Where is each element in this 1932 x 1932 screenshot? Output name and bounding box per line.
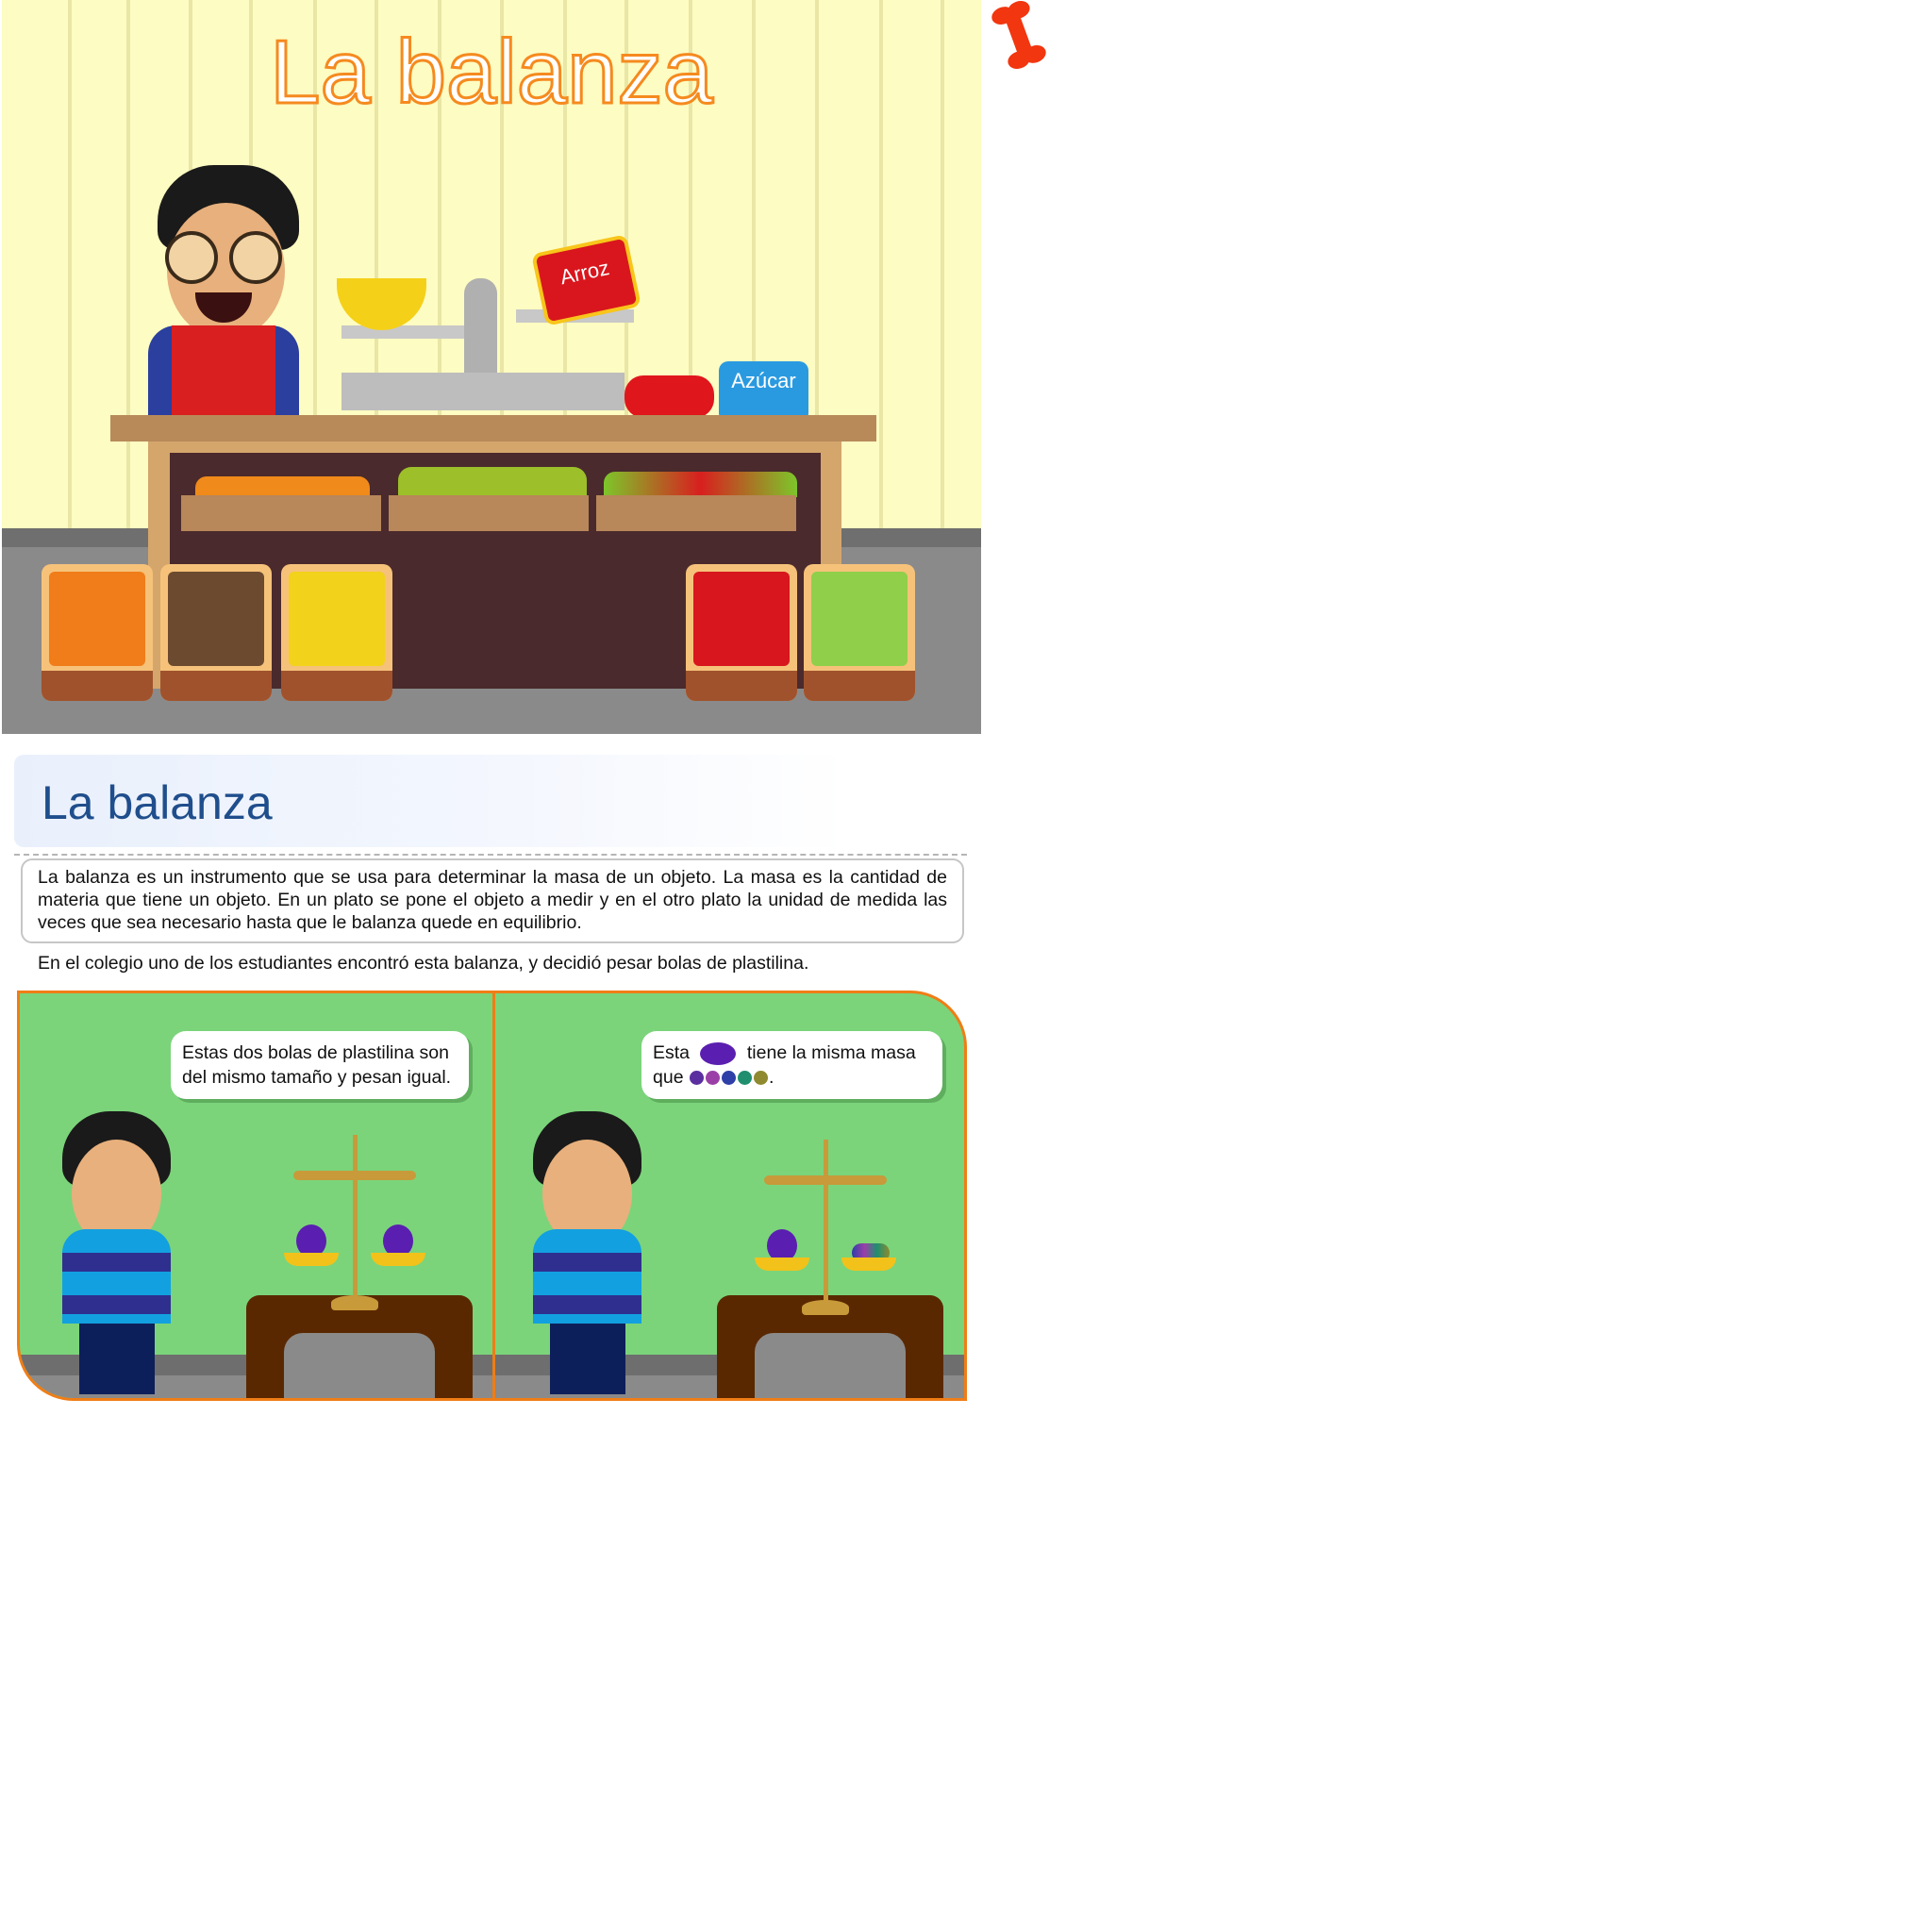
rice-label: Arroz — [558, 255, 612, 290]
definition-box: La balanza es un instrumento que se usa … — [21, 858, 964, 943]
big-clay-ball-icon — [700, 1041, 737, 1065]
comic-panel-1: Estas dos bolas de plastilina son del mi… — [20, 993, 492, 1398]
intro-text: En el colegio uno de los estudiantes enc… — [38, 953, 809, 974]
speech-bubble: Esta tiene la misma masa que . — [641, 1031, 942, 1099]
hero-illustration: La balanza Arroz Azúcar — [2, 0, 981, 734]
small-clay-ball-icon — [721, 1071, 736, 1086]
small-clay-ball-icon — [689, 1071, 704, 1086]
scene-title: La balanza — [269, 21, 715, 125]
page-title: La balanza — [42, 776, 273, 829]
student-boy — [53, 1111, 175, 1398]
sugar-package: Azúcar — [719, 361, 808, 423]
comic-strip: Estas dos bolas de plastilina son del mi… — [17, 991, 967, 1401]
counter — [110, 415, 876, 441]
small-clay-ball-icon — [753, 1071, 768, 1086]
apples — [625, 375, 714, 418]
shopkeeper-boy — [148, 165, 299, 420]
divider — [14, 854, 967, 856]
speech-text: que — [653, 1067, 684, 1088]
student-boy — [524, 1111, 646, 1398]
speech-bubble: Estas dos bolas de plastilina son del mi… — [171, 1031, 469, 1099]
comic-panel-2: Esta tiene la misma masa que . — [495, 993, 964, 1398]
speech-text: tiene la misma masa — [746, 1042, 916, 1063]
speech-text: Esta — [653, 1042, 691, 1063]
speech-text: . — [768, 1067, 774, 1088]
balance-scale — [279, 1135, 430, 1314]
small-clay-ball-icon — [705, 1071, 720, 1086]
balance-scale — [750, 1140, 901, 1319]
speech-text: Estas dos bolas de plastilina son del mi… — [182, 1042, 452, 1088]
small-clay-ball-icon — [737, 1071, 752, 1086]
bone-icon[interactable] — [986, 0, 1052, 71]
sugar-label: Azúcar — [731, 369, 796, 392]
